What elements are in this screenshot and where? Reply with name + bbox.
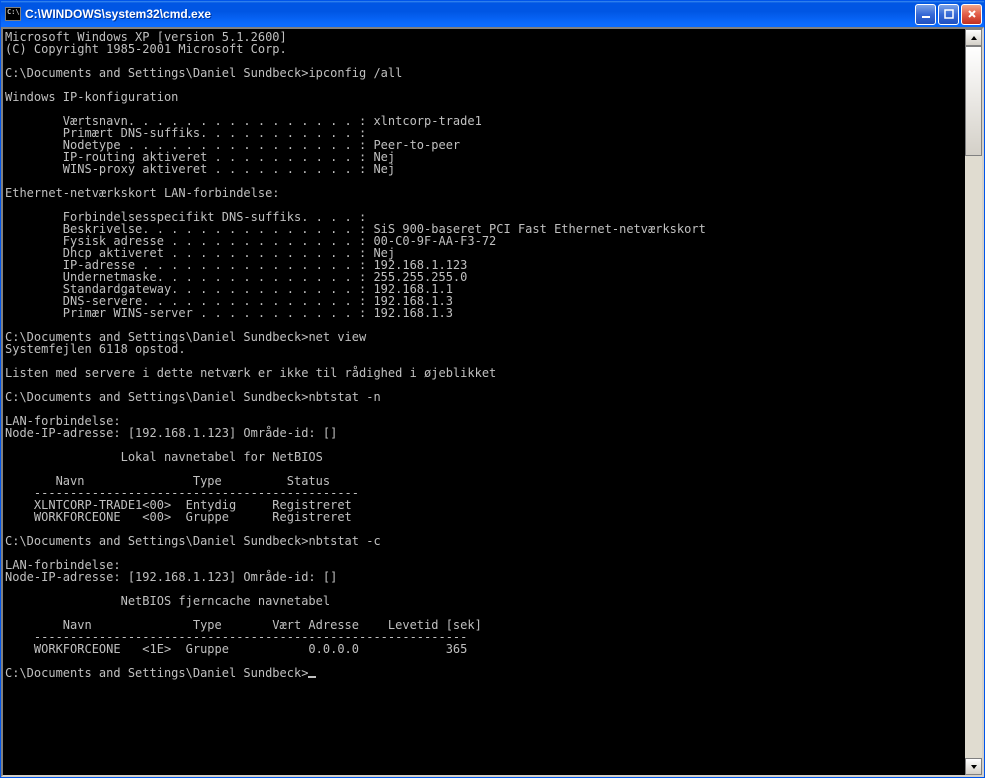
- cursor: [308, 676, 316, 678]
- text-line: WINS-proxy aktiveret . . . . . . . . . .…: [5, 162, 395, 176]
- command: net view: [308, 330, 366, 344]
- section-header: Windows IP-konfiguration: [5, 90, 178, 104]
- prompt: C:\Documents and Settings\Daniel Sundbec…: [5, 390, 308, 404]
- maximize-icon: [944, 9, 954, 19]
- table-row: WORKFORCEONE <1E> Gruppe 0.0.0.0 365: [5, 642, 467, 656]
- text-line: Listen med servere i dette netværk er ik…: [5, 366, 496, 380]
- window-title: C:\WINDOWS\system32\cmd.exe: [25, 7, 915, 21]
- close-icon: [967, 9, 977, 19]
- cmd-icon: [5, 7, 21, 21]
- text-line: Node-IP-adresse: [192.168.1.123] Område-…: [5, 426, 337, 440]
- scroll-up-button[interactable]: [965, 29, 982, 46]
- prompt: C:\Documents and Settings\Daniel Sundbec…: [5, 66, 308, 80]
- prompt: C:\Documents and Settings\Daniel Sundbec…: [5, 534, 308, 548]
- prompt: C:\Documents and Settings\Daniel Sundbec…: [5, 666, 308, 680]
- table-row: WORKFORCEONE <00> Gruppe Registreret: [5, 510, 352, 524]
- text-line: NetBIOS fjerncache navnetabel: [5, 594, 330, 608]
- command: nbtstat -c: [308, 534, 380, 548]
- scroll-down-button[interactable]: [965, 758, 982, 775]
- minimize-button[interactable]: [915, 4, 936, 25]
- cmd-window: C:\WINDOWS\system32\cmd.exe Microsoft Wi…: [0, 0, 985, 778]
- minimize-icon: [921, 9, 931, 19]
- chevron-down-icon: [970, 763, 978, 771]
- text-line: Systemfejlen 6118 opstod.: [5, 342, 186, 356]
- scrollbar-thumb[interactable]: [965, 46, 982, 156]
- client-area: Microsoft Windows XP [version 5.1.2600] …: [1, 27, 984, 777]
- text-line: Node-IP-adresse: [192.168.1.123] Område-…: [5, 570, 337, 584]
- close-button[interactable]: [961, 4, 982, 25]
- chevron-up-icon: [970, 34, 978, 42]
- command: ipconfig /all: [308, 66, 402, 80]
- maximize-button[interactable]: [938, 4, 959, 25]
- text-line: Primær WINS-server . . . . . . . . . . .…: [5, 306, 453, 320]
- titlebar[interactable]: C:\WINDOWS\system32\cmd.exe: [1, 1, 984, 27]
- window-buttons: [915, 4, 982, 25]
- terminal-output[interactable]: Microsoft Windows XP [version 5.1.2600] …: [3, 29, 965, 775]
- command: nbtstat -n: [308, 390, 380, 404]
- section-header: Ethernet-netværkskort LAN-forbindelse:: [5, 186, 280, 200]
- scrollbar-track[interactable]: [965, 46, 982, 758]
- text-line: Lokal navnetabel for NetBIOS: [5, 450, 323, 464]
- vertical-scrollbar[interactable]: [965, 29, 982, 775]
- text-line: (C) Copyright 1985-2001 Microsoft Corp.: [5, 42, 287, 56]
